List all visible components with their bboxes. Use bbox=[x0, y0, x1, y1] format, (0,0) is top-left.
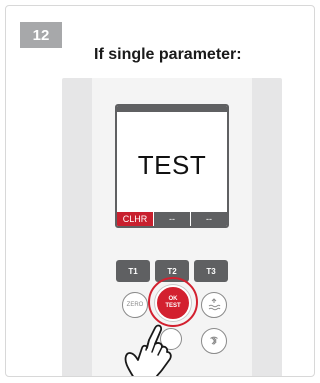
bluetooth-icon bbox=[210, 336, 218, 346]
screen-top-bar bbox=[117, 106, 227, 112]
device-screen: TEST CLHR -- -- bbox=[115, 104, 229, 228]
ok-label: OK bbox=[168, 296, 178, 302]
tide-icon bbox=[208, 298, 221, 311]
tide-button[interactable] bbox=[201, 292, 227, 318]
softkey-clhr[interactable]: CLHR bbox=[117, 212, 153, 226]
step-heading: If single parameter: bbox=[94, 46, 242, 63]
screen-text: TEST bbox=[137, 150, 207, 180]
zero-label: ZERO bbox=[126, 302, 144, 308]
step-number-badge: 12 bbox=[20, 22, 62, 48]
instruction-card: 12 If single parameter: TEST CLHR -- -- … bbox=[5, 5, 315, 377]
pointing-hand-icon bbox=[124, 324, 172, 376]
t1-key[interactable]: T1 bbox=[116, 260, 150, 282]
softkey-2[interactable]: -- bbox=[153, 212, 190, 226]
softkey-bar: CLHR -- -- bbox=[117, 212, 227, 226]
test-label: TEST bbox=[165, 303, 181, 309]
softkey-3[interactable]: -- bbox=[190, 212, 227, 226]
bluetooth-button[interactable] bbox=[201, 328, 227, 354]
device-illustration: TEST CLHR -- -- T1 T2 T3 ZERO OK TEST bbox=[62, 78, 282, 376]
t3-key[interactable]: T3 bbox=[194, 260, 228, 282]
